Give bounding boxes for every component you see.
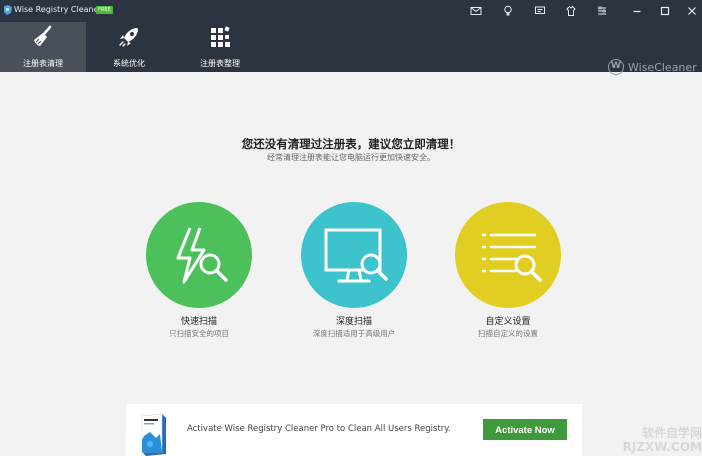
list-search-icon (481, 233, 542, 282)
minimize-icon[interactable] (629, 3, 645, 19)
option-title: 深度扫描 (335, 317, 372, 327)
close-icon[interactable] (684, 3, 700, 19)
wisecleaner-w-icon: W (608, 59, 624, 75)
deep-scan-option[interactable]: 深度扫描 深度扫描适用于高级用户 (294, 202, 414, 352)
watermark: 软件自学网 RJZXW.COM (560, 426, 702, 456)
brand-name: WiseCleaner (628, 61, 697, 74)
tshirt-icon[interactable] (563, 3, 579, 19)
settings-icon[interactable] (594, 3, 610, 19)
deep-scan-button[interactable] (301, 202, 407, 308)
tab-registry-cleaner[interactable]: 注册表清理 (0, 22, 86, 72)
custom-settings-option[interactable]: 自定义设置 扫描自定义的设置 (448, 202, 568, 352)
option-title: 快速扫描 (180, 317, 217, 327)
tab-label: 注册表整理 (200, 59, 240, 68)
custom-settings-button[interactable] (455, 202, 561, 308)
activate-now-button[interactable]: Activate Now (483, 419, 567, 440)
maximize-icon[interactable] (657, 3, 673, 19)
watermark-line-1: 软件自学网 (641, 426, 702, 440)
blocks-icon (211, 26, 230, 47)
lightbulb-icon[interactable] (500, 3, 516, 19)
page-headline: 您还没有清理过注册表，建议您立即清理！ (241, 137, 461, 151)
monitor-search-icon (324, 228, 388, 283)
option-subtitle: 扫描自定义的设置 (478, 329, 538, 338)
upgrade-banner: Activate Wise Registry Cleaner Pro to Cl… (126, 404, 582, 456)
product-box-image (141, 413, 166, 456)
watermark-line-2: RJZXW.COM (622, 440, 702, 454)
tab-system-optimizer[interactable]: 系统优化 (86, 22, 172, 72)
option-title: 自定义设置 (485, 317, 531, 327)
title-bar: Wise Registry Cleaner X FREE (0, 0, 702, 22)
tab-registry-defrag[interactable]: 注册表整理 (177, 22, 263, 72)
main-nav: 注册表清理 系统优化 注册表整理 W WiseCleaner (0, 22, 702, 75)
tab-label: 注册表清理 (23, 59, 63, 68)
tab-label: 系统优化 (113, 59, 145, 68)
rocket-icon (119, 28, 138, 47)
chat-icon[interactable] (532, 3, 548, 19)
fast-scan-option[interactable]: 快速扫描 只扫描安全的项目 (139, 202, 259, 352)
app-logo-icon (4, 5, 12, 15)
fast-scan-button[interactable] (146, 202, 252, 308)
option-subtitle: 只扫描安全的项目 (169, 329, 229, 338)
page-subtitle: 经常清理注册表能让您电脑运行更加快速安全。 (267, 153, 435, 162)
lightning-search-icon (176, 227, 228, 284)
option-subtitle: 深度扫描适用于高级用户 (312, 329, 396, 338)
edition-badge: FREE (96, 6, 113, 14)
wisecleaner-logo: W WiseCleaner (606, 57, 702, 79)
upgrade-message: Activate Wise Registry Cleaner Pro to Cl… (187, 424, 451, 434)
broom-icon (34, 25, 52, 46)
mail-icon[interactable] (468, 3, 484, 19)
